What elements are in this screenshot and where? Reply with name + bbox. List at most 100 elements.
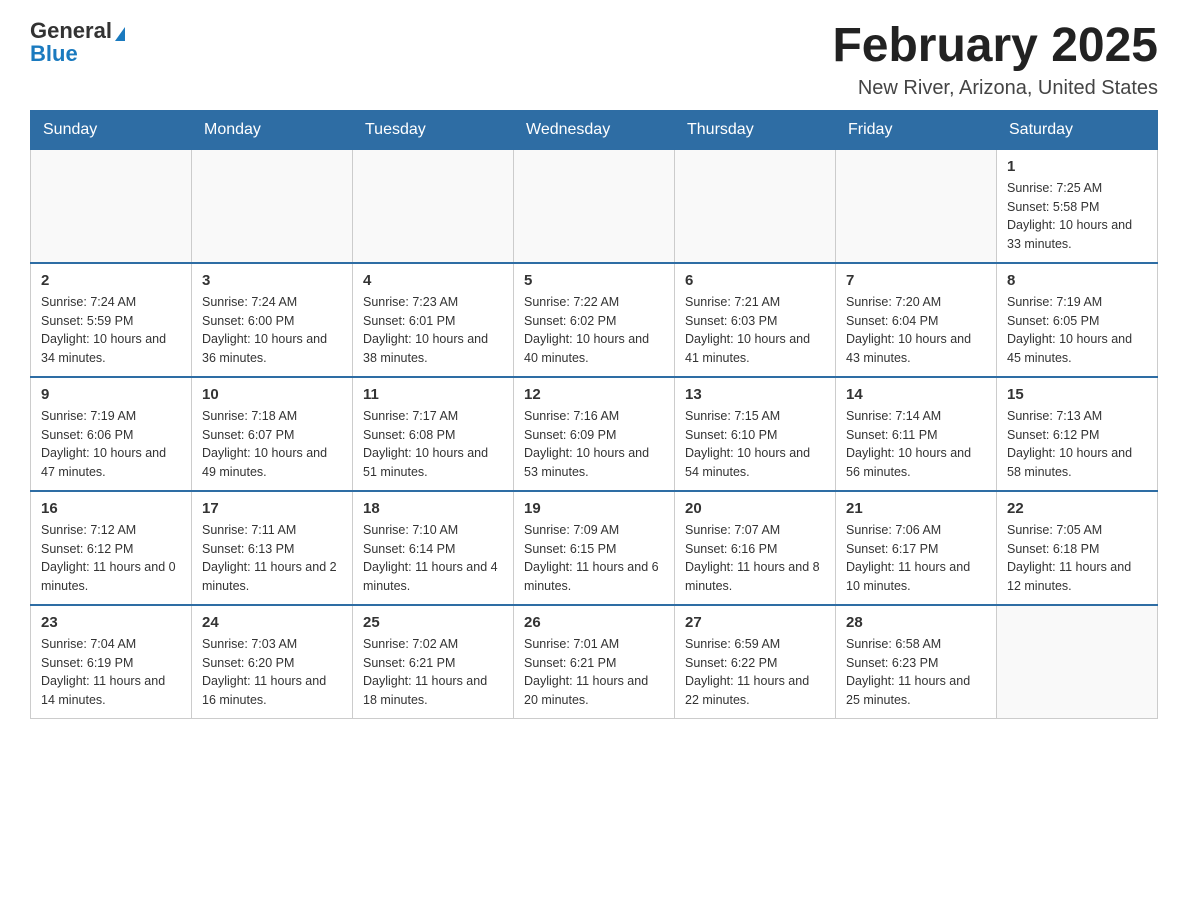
calendar-cell: 9 Sunrise: 7:19 AM Sunset: 6:06 PM Daylig… (31, 377, 192, 491)
day-number: 19 (524, 500, 664, 517)
day-number: 25 (363, 614, 503, 631)
calendar-cell: 22 Sunrise: 7:05 AM Sunset: 6:18 PM Dayli… (997, 491, 1158, 605)
calendar-cell: 12Sunrise: 7:16 AM Sunset: 6:09 PM Dayli… (514, 377, 675, 491)
logo: General Blue (30, 20, 125, 65)
calendar-cell (836, 149, 997, 263)
day-of-week-header: Tuesday (353, 110, 514, 149)
calendar-cell: 1 Sunrise: 7:25 AM Sunset: 5:58 PM Daylig… (997, 149, 1158, 263)
calendar-header-row: SundayMondayTuesdayWednesdayThursdayFrid… (31, 110, 1158, 149)
day-number: 2 (41, 272, 181, 289)
title-section: February 2025 New River, Arizona, United… (832, 20, 1158, 100)
calendar-cell: 24 Sunrise: 7:03 AM Sunset: 6:20 PM Dayli… (192, 605, 353, 719)
day-number: 26 (524, 614, 664, 631)
logo-blue: Blue (30, 43, 78, 65)
day-info: Sunrise: 7:25 AM Sunset: 5:58 PM Dayligh… (1007, 179, 1147, 254)
day-number: 6 (685, 272, 825, 289)
day-info: Sunrise: 7:17 AM Sunset: 6:08 PM Dayligh… (363, 407, 503, 482)
day-number: 14 (846, 386, 986, 403)
calendar-cell: 18 Sunrise: 7:10 AM Sunset: 6:14 PM Dayli… (353, 491, 514, 605)
calendar-week-row: 2 Sunrise: 7:24 AM Sunset: 5:59 PM Daylig… (31, 263, 1158, 377)
calendar-cell: 19 Sunrise: 7:09 AM Sunset: 6:15 PM Dayli… (514, 491, 675, 605)
calendar-cell (192, 149, 353, 263)
calendar-week-row: 1 Sunrise: 7:25 AM Sunset: 5:58 PM Daylig… (31, 149, 1158, 263)
day-number: 17 (202, 500, 342, 517)
day-info: Sunrise: 7:24 AM Sunset: 5:59 PM Dayligh… (41, 293, 181, 368)
calendar-week-row: 23 Sunrise: 7:04 AM Sunset: 6:19 PM Dayli… (31, 605, 1158, 719)
day-number: 10 (202, 386, 342, 403)
calendar-cell: 21Sunrise: 7:06 AM Sunset: 6:17 PM Dayli… (836, 491, 997, 605)
calendar-cell: 25 Sunrise: 7:02 AM Sunset: 6:21 PM Dayli… (353, 605, 514, 719)
day-info: Sunrise: 7:12 AM Sunset: 6:12 PM Dayligh… (41, 521, 181, 596)
day-number: 22 (1007, 500, 1147, 517)
logo-triangle-icon (115, 27, 125, 41)
day-number: 5 (524, 272, 664, 289)
calendar-cell: 2 Sunrise: 7:24 AM Sunset: 5:59 PM Daylig… (31, 263, 192, 377)
day-info: Sunrise: 7:19 AM Sunset: 6:06 PM Dayligh… (41, 407, 181, 482)
day-number: 15 (1007, 386, 1147, 403)
day-info: Sunrise: 7:11 AM Sunset: 6:13 PM Dayligh… (202, 521, 342, 596)
day-info: Sunrise: 7:24 AM Sunset: 6:00 PM Dayligh… (202, 293, 342, 368)
calendar-week-row: 16 Sunrise: 7:12 AM Sunset: 6:12 PM Dayli… (31, 491, 1158, 605)
day-of-week-header: Friday (836, 110, 997, 149)
calendar-cell: 27 Sunrise: 6:59 AM Sunset: 6:22 PM Dayli… (675, 605, 836, 719)
calendar-cell: 28 Sunrise: 6:58 AM Sunset: 6:23 PM Dayli… (836, 605, 997, 719)
calendar-cell: 15 Sunrise: 7:13 AM Sunset: 6:12 PM Dayli… (997, 377, 1158, 491)
day-number: 3 (202, 272, 342, 289)
day-number: 20 (685, 500, 825, 517)
day-number: 16 (41, 500, 181, 517)
day-info: Sunrise: 7:05 AM Sunset: 6:18 PM Dayligh… (1007, 521, 1147, 596)
day-info: Sunrise: 7:09 AM Sunset: 6:15 PM Dayligh… (524, 521, 664, 596)
day-of-week-header: Monday (192, 110, 353, 149)
day-info: Sunrise: 7:02 AM Sunset: 6:21 PM Dayligh… (363, 635, 503, 710)
day-number: 21 (846, 500, 986, 517)
day-info: Sunrise: 7:01 AM Sunset: 6:21 PM Dayligh… (524, 635, 664, 710)
calendar-cell: 26 Sunrise: 7:01 AM Sunset: 6:21 PM Dayli… (514, 605, 675, 719)
calendar-cell (31, 149, 192, 263)
calendar-cell: 14Sunrise: 7:14 AM Sunset: 6:11 PM Dayli… (836, 377, 997, 491)
day-number: 27 (685, 614, 825, 631)
day-number: 28 (846, 614, 986, 631)
day-info: Sunrise: 7:04 AM Sunset: 6:19 PM Dayligh… (41, 635, 181, 710)
calendar-cell: 23 Sunrise: 7:04 AM Sunset: 6:19 PM Dayli… (31, 605, 192, 719)
day-number: 1 (1007, 158, 1147, 175)
day-info: Sunrise: 7:19 AM Sunset: 6:05 PM Dayligh… (1007, 293, 1147, 368)
day-info: Sunrise: 7:22 AM Sunset: 6:02 PM Dayligh… (524, 293, 664, 368)
calendar-cell (353, 149, 514, 263)
day-of-week-header: Thursday (675, 110, 836, 149)
logo-text: General (30, 20, 125, 43)
calendar-cell (675, 149, 836, 263)
day-number: 8 (1007, 272, 1147, 289)
day-number: 24 (202, 614, 342, 631)
calendar-cell: 7Sunrise: 7:20 AM Sunset: 6:04 PM Daylig… (836, 263, 997, 377)
calendar-cell: 11 Sunrise: 7:17 AM Sunset: 6:08 PM Dayli… (353, 377, 514, 491)
day-info: Sunrise: 6:59 AM Sunset: 6:22 PM Dayligh… (685, 635, 825, 710)
day-number: 11 (363, 386, 503, 403)
logo-general: General (30, 18, 112, 43)
day-number: 18 (363, 500, 503, 517)
day-info: Sunrise: 7:20 AM Sunset: 6:04 PM Dayligh… (846, 293, 986, 368)
day-info: Sunrise: 7:13 AM Sunset: 6:12 PM Dayligh… (1007, 407, 1147, 482)
calendar-cell: 8 Sunrise: 7:19 AM Sunset: 6:05 PM Daylig… (997, 263, 1158, 377)
day-info: Sunrise: 7:03 AM Sunset: 6:20 PM Dayligh… (202, 635, 342, 710)
day-of-week-header: Wednesday (514, 110, 675, 149)
day-number: 23 (41, 614, 181, 631)
calendar-cell: 5 Sunrise: 7:22 AM Sunset: 6:02 PM Daylig… (514, 263, 675, 377)
day-number: 12 (524, 386, 664, 403)
calendar-week-row: 9 Sunrise: 7:19 AM Sunset: 6:06 PM Daylig… (31, 377, 1158, 491)
calendar-cell: 6Sunrise: 7:21 AM Sunset: 6:03 PM Daylig… (675, 263, 836, 377)
calendar-cell: 13 Sunrise: 7:15 AM Sunset: 6:10 PM Dayli… (675, 377, 836, 491)
day-of-week-header: Saturday (997, 110, 1158, 149)
day-info: Sunrise: 7:10 AM Sunset: 6:14 PM Dayligh… (363, 521, 503, 596)
day-info: Sunrise: 6:58 AM Sunset: 6:23 PM Dayligh… (846, 635, 986, 710)
day-info: Sunrise: 7:18 AM Sunset: 6:07 PM Dayligh… (202, 407, 342, 482)
calendar-cell: 20 Sunrise: 7:07 AM Sunset: 6:16 PM Dayli… (675, 491, 836, 605)
calendar-cell: 10 Sunrise: 7:18 AM Sunset: 6:07 PM Dayli… (192, 377, 353, 491)
day-number: 13 (685, 386, 825, 403)
day-info: Sunrise: 7:07 AM Sunset: 6:16 PM Dayligh… (685, 521, 825, 596)
calendar-cell: 4Sunrise: 7:23 AM Sunset: 6:01 PM Daylig… (353, 263, 514, 377)
calendar-cell: 16 Sunrise: 7:12 AM Sunset: 6:12 PM Dayli… (31, 491, 192, 605)
day-info: Sunrise: 7:15 AM Sunset: 6:10 PM Dayligh… (685, 407, 825, 482)
calendar-cell (514, 149, 675, 263)
day-number: 9 (41, 386, 181, 403)
day-info: Sunrise: 7:23 AM Sunset: 6:01 PM Dayligh… (363, 293, 503, 368)
